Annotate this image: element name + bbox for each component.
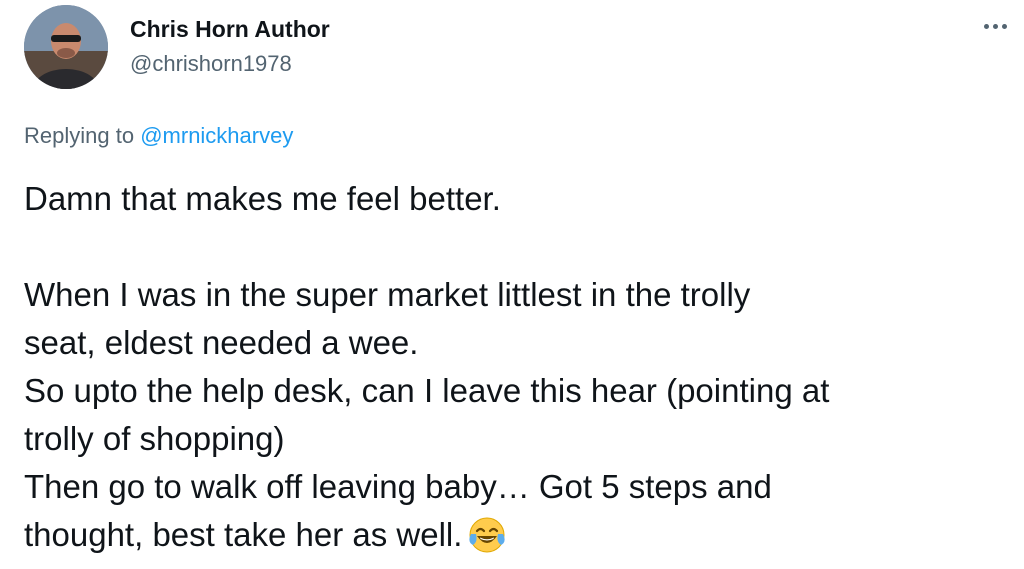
tweet-text-line: trolly of shopping) (24, 420, 285, 457)
replying-to-handle-link[interactable]: @mrnickharvey (140, 123, 293, 148)
tweet-text-line: seat, eldest needed a wee. (24, 324, 419, 361)
tweet-text-line: thought, best take her as well. (24, 516, 463, 553)
more-dot-icon (1001, 23, 1007, 29)
tweet-card: Chris Horn Author @chrishorn1978 Replyin… (0, 0, 1024, 569)
more-dot-icon (992, 23, 998, 29)
tweet-text-line: So upto the help desk, can I leave this … (24, 372, 830, 409)
tweet-text-line-last: thought, best take her as well. (24, 511, 1014, 567)
more-dot-icon (983, 23, 989, 29)
replying-to: Replying to @mrnickharvey (24, 122, 293, 150)
tweet-text-line: When I was in the super market littlest … (24, 276, 751, 313)
more-options-button[interactable] (978, 14, 1012, 38)
author-handle[interactable]: @chrishorn1978 (130, 50, 292, 78)
tweet-text-line: Then go to walk off leaving baby… Got 5 … (24, 468, 772, 505)
replying-to-prefix: Replying to (24, 123, 135, 148)
tweet-text-line: Damn that makes me feel better. (24, 180, 501, 217)
avatar-photo (24, 5, 108, 89)
author-avatar[interactable] (24, 5, 108, 89)
author-name[interactable]: Chris Horn Author (130, 15, 330, 43)
face-with-tears-of-joy-icon (468, 516, 506, 567)
tweet-body: Damn that makes me feel better. When I w… (24, 175, 1014, 567)
